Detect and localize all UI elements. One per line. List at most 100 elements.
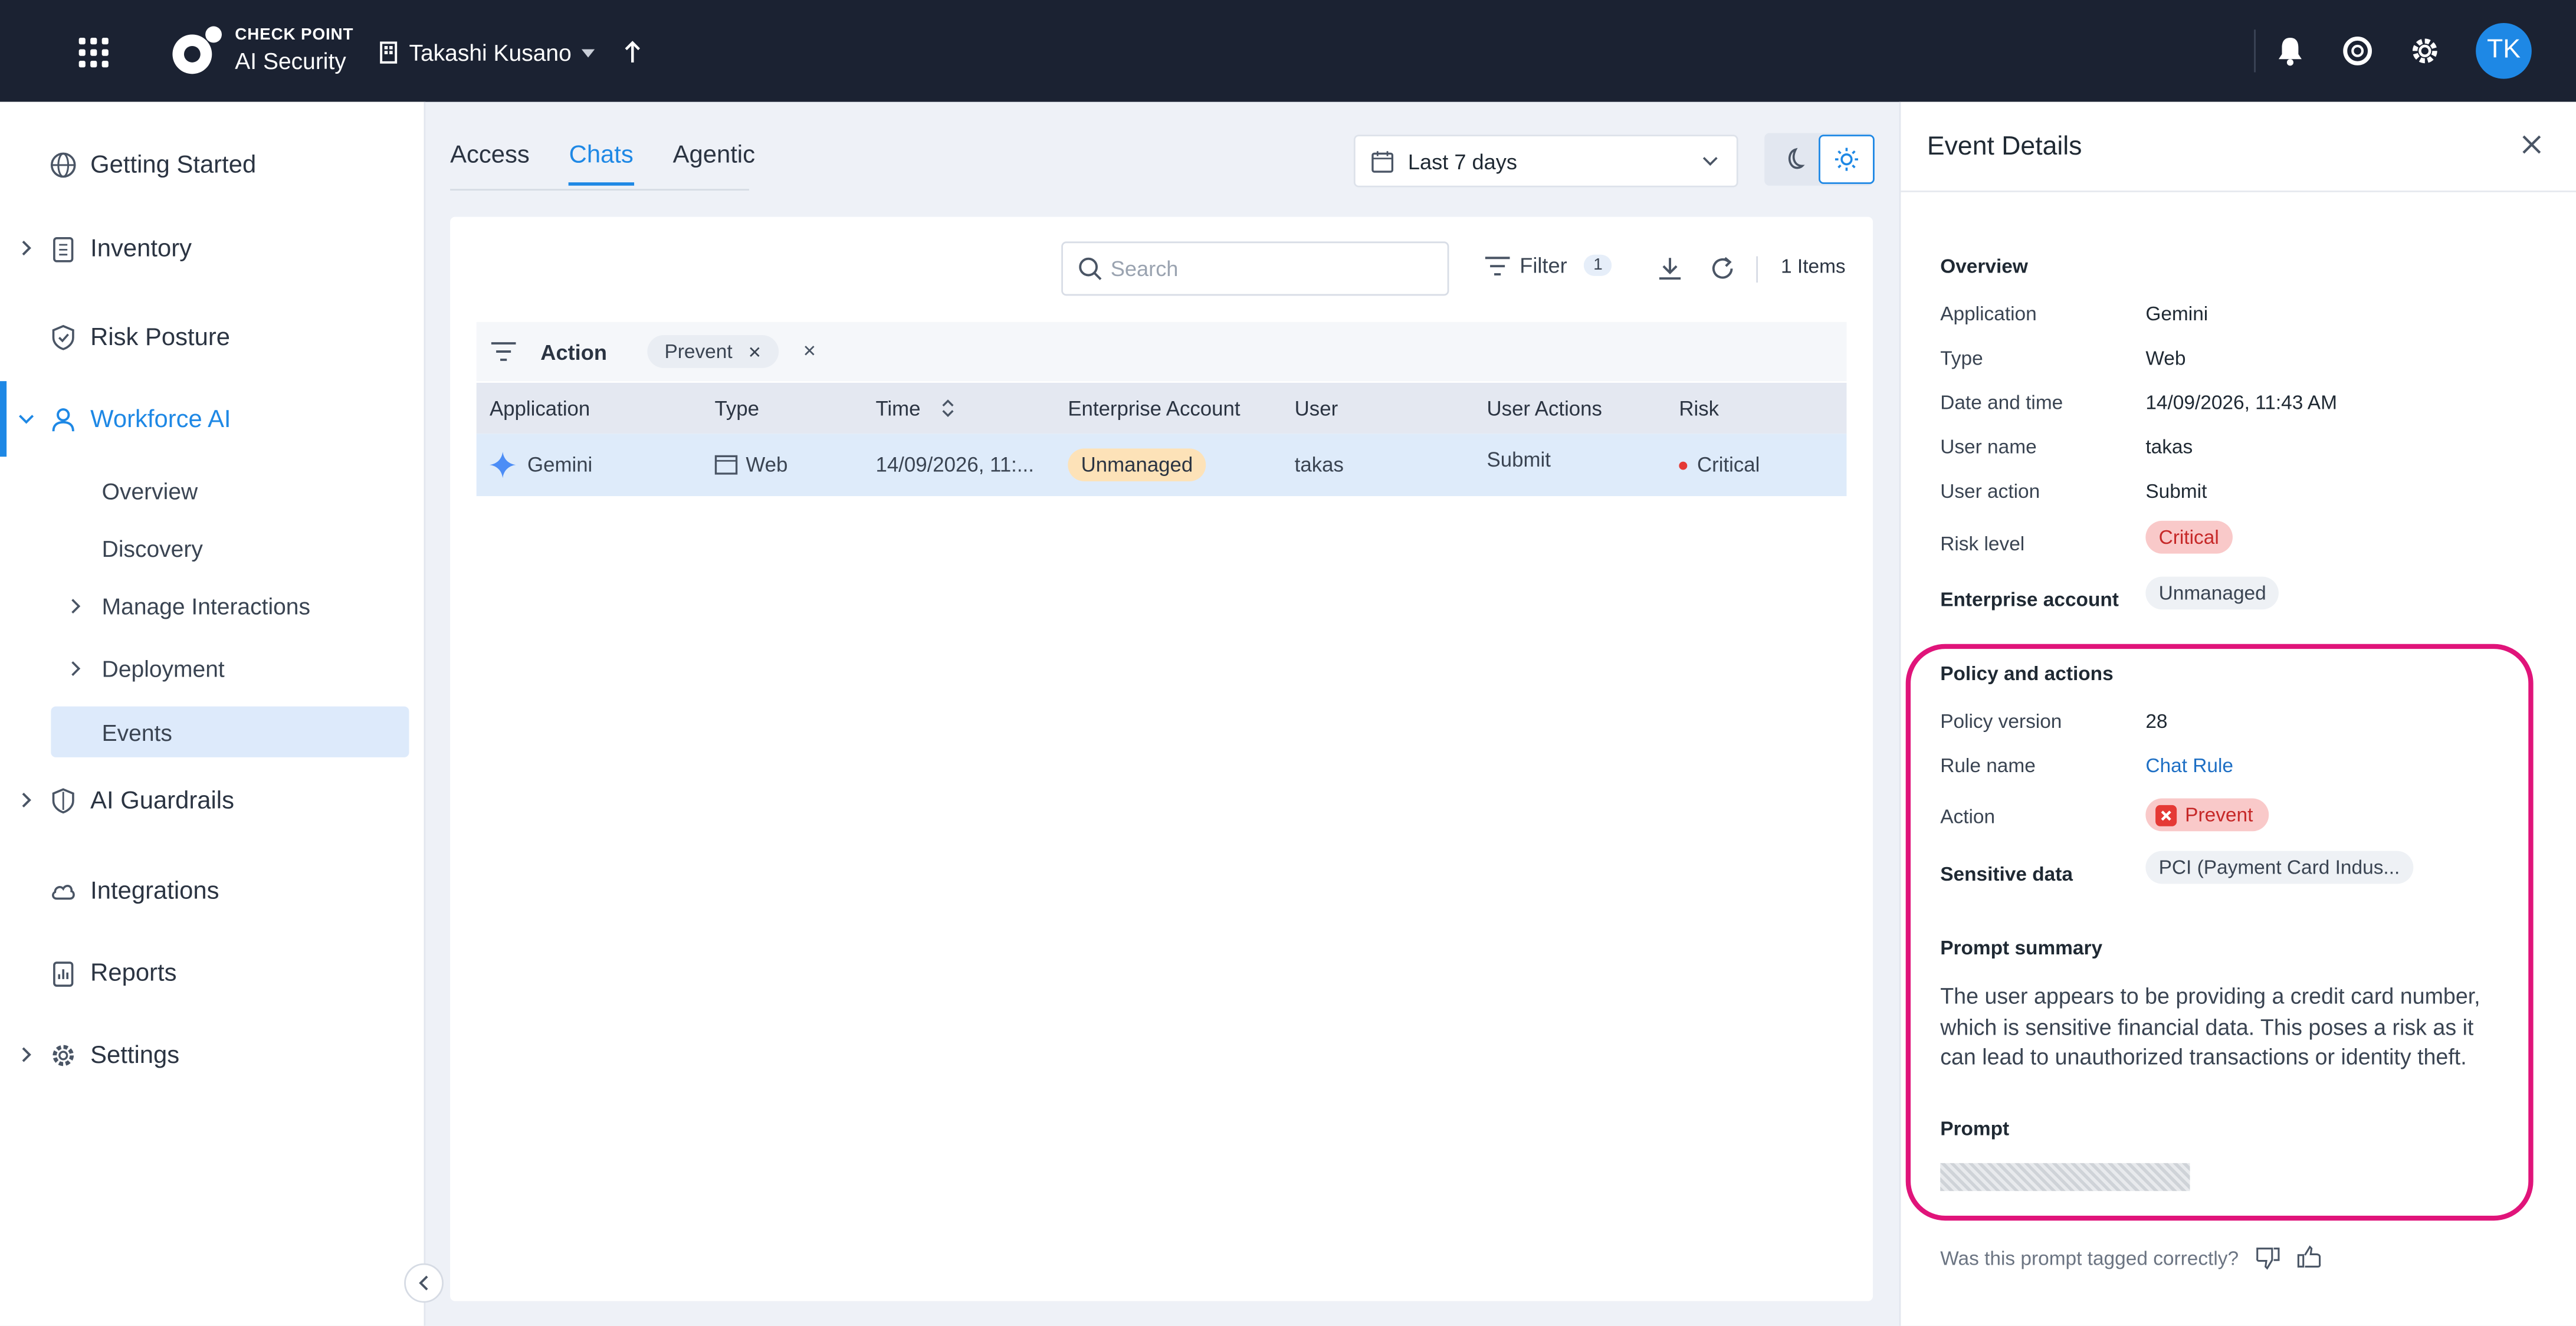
theme-toggle xyxy=(1764,133,1875,186)
shield-icon xyxy=(52,787,74,813)
calendar-icon xyxy=(1371,150,1394,172)
sidebar-item-reports[interactable]: Reports xyxy=(0,948,424,997)
panel-divider xyxy=(1901,191,2576,192)
sidebar-item-label: Integrations xyxy=(90,876,219,905)
policy-version-value: 28 xyxy=(2145,710,2168,733)
cell-enterprise-account: Unmanaged xyxy=(1068,434,1206,496)
chevron-down-icon xyxy=(1702,157,1718,166)
sun-icon xyxy=(1835,147,1858,171)
rule-name-label: Rule name xyxy=(1940,754,2036,777)
report-icon xyxy=(53,960,74,986)
date-range-select[interactable]: Last 7 days xyxy=(1353,134,1738,188)
block-icon xyxy=(2155,804,2177,826)
close-icon[interactable] xyxy=(2522,134,2541,154)
sidebar-subitem-events[interactable]: Events xyxy=(51,706,409,757)
download-icon[interactable] xyxy=(1658,256,1682,281)
sidebar-item-settings[interactable]: Settings xyxy=(0,1030,424,1079)
upload-icon[interactable] xyxy=(621,40,644,66)
column-header-user-actions[interactable]: User Actions xyxy=(1487,383,1602,434)
risk-level-value: Critical xyxy=(2145,520,2233,554)
thumbs-up-icon[interactable] xyxy=(2296,1245,2321,1270)
sidebar-item-label: Settings xyxy=(90,1041,180,1069)
clipboard-icon xyxy=(53,236,74,262)
rule-name-link[interactable]: Chat Rule xyxy=(2145,754,2233,777)
cell-application-text: Gemini xyxy=(527,453,593,477)
events-card: Search Filter 1 1 Items Action Prevent ✕… xyxy=(450,216,1873,1301)
sidebar-subitem-label: Events xyxy=(101,718,172,746)
avatar[interactable]: TK xyxy=(2476,22,2532,79)
user-action-value: Submit xyxy=(2145,480,2207,503)
application-value: Gemini xyxy=(2145,302,2209,326)
tenant-selector[interactable]: Takashi Kusano xyxy=(378,40,644,66)
sensitive-data-value: PCI (Payment Card Indus... xyxy=(2145,851,2413,884)
tab-agentic[interactable]: Agentic xyxy=(673,142,755,186)
help-lifebuoy-icon[interactable] xyxy=(2339,33,2375,69)
cell-risk-text: Critical xyxy=(1697,453,1760,477)
unmanaged-badge: Unmanaged xyxy=(2145,576,2280,610)
column-header-enterprise-account[interactable]: Enterprise Account xyxy=(1068,383,1240,434)
bell-icon[interactable] xyxy=(2272,33,2308,69)
refresh-icon[interactable] xyxy=(1710,256,1735,281)
thumbs-down-icon[interactable] xyxy=(2255,1245,2280,1270)
filter-count-badge: 1 xyxy=(1583,254,1613,276)
column-header-user[interactable]: User xyxy=(1295,383,1338,434)
user-icon xyxy=(52,407,74,431)
sidebar-subitem-manage-interactions[interactable]: Manage Interactions xyxy=(51,580,409,631)
sidebar-subitem-discovery[interactable]: Discovery xyxy=(51,523,409,573)
cell-risk: Critical xyxy=(1679,434,1760,496)
feedback-question: Was this prompt tagged correctly? xyxy=(1940,1246,2239,1269)
sidebar-item-inventory[interactable]: Inventory xyxy=(0,224,424,273)
sidebar-subitem-label: Discovery xyxy=(101,534,203,562)
gemini-icon xyxy=(489,451,516,478)
sidebar-subitem-deployment[interactable]: Deployment xyxy=(51,642,409,693)
filter-chip-prevent[interactable]: Prevent ✕ xyxy=(648,335,778,368)
sensitive-data-badge[interactable]: PCI (Payment Card Indus... xyxy=(2145,851,2413,884)
policy-heading: Policy and actions xyxy=(1940,662,2114,685)
light-mode-button[interactable] xyxy=(1819,134,1875,184)
chevron-right-icon xyxy=(71,660,81,675)
sidebar-collapse-button[interactable] xyxy=(404,1263,444,1303)
clear-filters-icon[interactable]: ✕ xyxy=(803,343,816,361)
filter-label: Filter xyxy=(1520,252,1567,278)
column-header-type[interactable]: Type xyxy=(715,383,760,434)
sidebar-item-ai-guardrails[interactable]: AI Guardrails xyxy=(0,776,424,825)
toolbar-divider xyxy=(1756,256,1758,283)
search-input[interactable]: Search xyxy=(1061,241,1449,296)
app-grid-icon[interactable] xyxy=(78,38,109,68)
event-details-panel: Event Details Overview Application Gemin… xyxy=(1899,101,2576,1326)
tab-access[interactable]: Access xyxy=(450,142,530,186)
chevron-right-icon xyxy=(22,1047,31,1062)
brand-company: CHECK POINT xyxy=(235,26,354,45)
enterprise-account-label: Enterprise account xyxy=(1940,588,2119,612)
table-header: Application Type Time Enterprise Account… xyxy=(476,382,1847,434)
sort-icon[interactable] xyxy=(940,398,957,419)
column-header-time-label: Time xyxy=(875,396,921,420)
filter-chip-label: Prevent xyxy=(664,340,733,363)
sidebar-subitem-overview[interactable]: Overview xyxy=(51,465,409,516)
gear-icon[interactable] xyxy=(2407,33,2443,69)
sidebar-item-getting-started[interactable]: Getting Started xyxy=(0,140,424,189)
remove-chip-icon[interactable]: ✕ xyxy=(748,345,762,363)
sidebar-subitem-label: Deployment xyxy=(101,654,225,681)
column-header-time[interactable]: Time xyxy=(875,383,956,434)
column-header-risk[interactable]: Risk xyxy=(1679,383,1719,434)
sidebar-item-risk-posture[interactable]: Risk Posture xyxy=(0,312,424,362)
prompt-heading: Prompt xyxy=(1940,1117,2010,1140)
prevent-label: Prevent xyxy=(2185,803,2253,826)
sidebar-item-label: Reports xyxy=(90,959,177,987)
tab-chats[interactable]: Chats xyxy=(569,142,634,186)
prevent-badge: Prevent xyxy=(2145,798,2270,832)
chevron-left-icon xyxy=(419,1275,428,1291)
sidebar-item-workforce-ai[interactable]: Workforce AI xyxy=(0,394,424,444)
cell-time: 14/09/2026, 11:... xyxy=(875,453,1034,477)
column-header-application[interactable]: Application xyxy=(490,383,590,434)
dark-mode-button[interactable] xyxy=(1766,134,1819,184)
filter-button[interactable]: Filter 1 xyxy=(1485,253,1613,278)
redacted-prompt xyxy=(1940,1163,2190,1192)
action-value: Prevent xyxy=(2145,798,2270,832)
sensitive-data-label: Sensitive data xyxy=(1940,862,2073,886)
sidebar-item-label: Risk Posture xyxy=(90,323,231,351)
table-row[interactable]: Gemini Web 14/09/2026, 11:... Unmanaged … xyxy=(476,434,1847,497)
sidebar-item-integrations[interactable]: Integrations xyxy=(0,866,424,915)
filter-icon xyxy=(1485,255,1510,275)
